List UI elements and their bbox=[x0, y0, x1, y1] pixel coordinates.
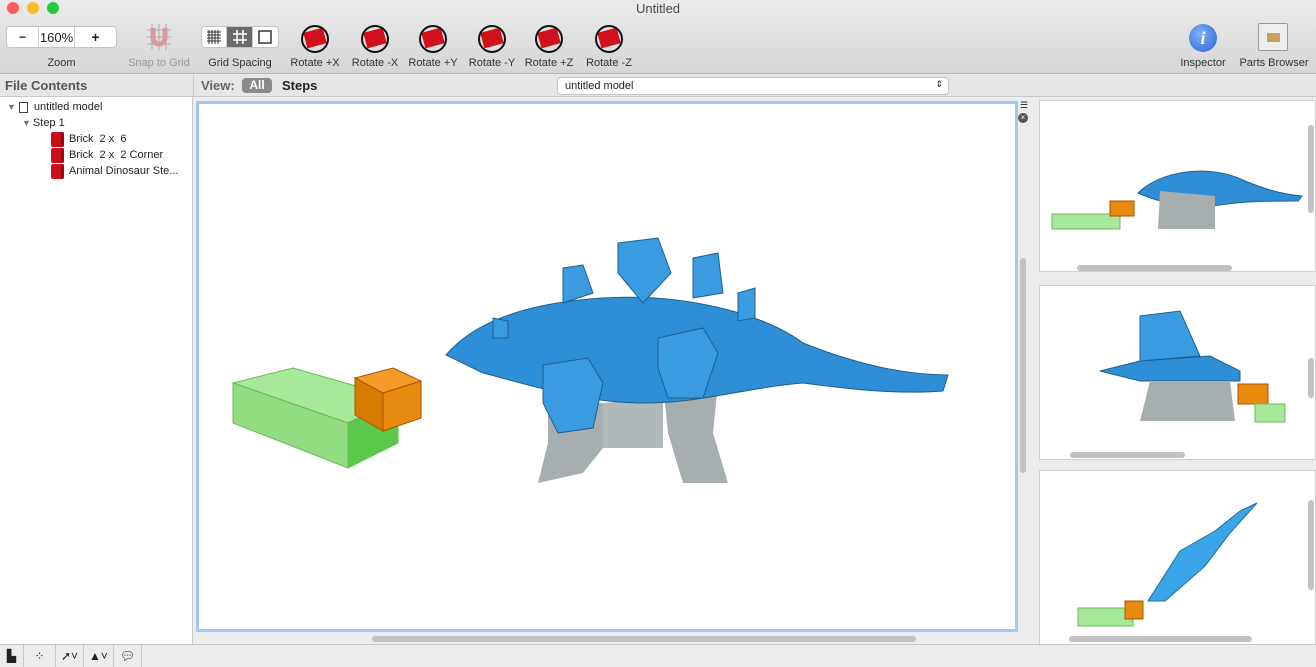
viewport-split-icon[interactable]: ☰ bbox=[1019, 100, 1029, 110]
zoom-control: − 160% + bbox=[6, 26, 117, 48]
zoom-out-button[interactable]: − bbox=[7, 27, 39, 47]
header-row: File Contents View: All Steps untitled m… bbox=[0, 75, 1316, 97]
side-top-h-scrollbar[interactable] bbox=[1077, 265, 1232, 271]
view-steps-button[interactable]: Steps bbox=[282, 78, 317, 93]
tree-item-part[interactable]: Brick 2 x 6 bbox=[51, 131, 126, 147]
toolbar: Untitled − 160% + Zoom Snap to Grid Grid… bbox=[0, 0, 1316, 74]
arrow-menu-icon[interactable]: ➚˅ bbox=[56, 645, 84, 667]
tree-item-part[interactable]: Brick 2 x 2 Corner bbox=[51, 147, 163, 163]
rotate-button[interactable]: Rotate +Z bbox=[522, 57, 576, 69]
close-viewport-icon[interactable]: × bbox=[1018, 113, 1028, 123]
brick-icon bbox=[51, 131, 64, 147]
model-select-value: untitled model bbox=[565, 80, 634, 92]
step-label: Step 1 bbox=[32, 117, 65, 129]
file-contents-header: File Contents bbox=[5, 78, 88, 93]
rotate-button[interactable]: Rotate +X bbox=[288, 57, 342, 69]
side-middle-v-scrollbar[interactable] bbox=[1308, 358, 1314, 398]
tree-item-model[interactable]: ▼ untitled model bbox=[7, 99, 102, 115]
grid-medium-icon[interactable] bbox=[227, 27, 253, 47]
magnet-icon[interactable] bbox=[145, 24, 173, 50]
side-bottom-v-scrollbar[interactable] bbox=[1308, 500, 1314, 590]
brick-icon bbox=[51, 163, 64, 179]
part-label: Brick 2 x 6 bbox=[69, 133, 127, 145]
side-bottom-h-scrollbar[interactable] bbox=[1069, 636, 1252, 642]
model-select[interactable]: untitled model ⇕ bbox=[557, 77, 949, 95]
comment-icon[interactable]: 💬︎ bbox=[114, 645, 142, 667]
inspector-button[interactable]: Inspector bbox=[1173, 57, 1233, 69]
side-middle-h-scrollbar[interactable] bbox=[1070, 452, 1185, 458]
zoom-in-button[interactable]: + bbox=[75, 27, 116, 47]
rotate-button[interactable]: Rotate -X bbox=[348, 57, 402, 69]
view-label: View: bbox=[201, 78, 235, 93]
tree-item-part[interactable]: Animal Dinosaur Ste... bbox=[51, 163, 178, 179]
grid-fine-icon[interactable] bbox=[202, 27, 228, 47]
view-all-button[interactable]: All bbox=[242, 78, 272, 93]
side-viewport-bottom[interactable] bbox=[1039, 470, 1316, 645]
grid-spacing-control bbox=[201, 26, 279, 48]
bottom-action-bar: ▙ ⁘ ➚˅ ▲˅ 💬︎ bbox=[0, 644, 1316, 667]
rotate-button[interactable]: Rotate -Z bbox=[582, 57, 636, 69]
brick-icon bbox=[51, 147, 64, 163]
add-part-menu-icon[interactable]: ▲˅ bbox=[84, 645, 114, 667]
zoom-value[interactable]: 160% bbox=[39, 27, 75, 47]
stegosaurus[interactable] bbox=[445, 237, 949, 483]
model-label: untitled model bbox=[33, 101, 103, 113]
disclosure-triangle-icon[interactable]: ▼ bbox=[7, 102, 16, 112]
side-viewport-top[interactable] bbox=[1039, 100, 1316, 272]
parts-browser-icon[interactable] bbox=[1258, 23, 1288, 51]
side-viewport-middle[interactable] bbox=[1039, 285, 1316, 460]
steps-icon[interactable]: ⁘ bbox=[24, 645, 56, 667]
chevron-updown-icon: ⇕ bbox=[935, 79, 943, 89]
new-document-icon[interactable]: ▙ bbox=[0, 645, 24, 667]
grid-coarse-icon[interactable] bbox=[253, 27, 278, 47]
disclosure-triangle-icon[interactable]: ▼ bbox=[22, 118, 31, 128]
rotate-button[interactable]: Rotate +Y bbox=[406, 57, 460, 69]
rotate-icon[interactable] bbox=[415, 22, 451, 56]
rotate-icon[interactable] bbox=[591, 22, 627, 56]
window-title: Untitled bbox=[635, 1, 681, 16]
info-icon[interactable]: i bbox=[1189, 24, 1217, 52]
main-3d-viewport[interactable] bbox=[196, 101, 1018, 632]
rotate-icon[interactable] bbox=[474, 22, 510, 56]
part-label: Animal Dinosaur Ste... bbox=[69, 165, 179, 177]
snap-to-grid-button[interactable]: Snap to Grid bbox=[124, 57, 194, 69]
rotate-button[interactable]: Rotate -Y bbox=[465, 57, 519, 69]
tree-item-step[interactable]: ▼ Step 1 bbox=[22, 115, 65, 131]
side-top-v-scrollbar[interactable] bbox=[1308, 125, 1314, 213]
file-contents-tree: ▼ untitled model ▼ Step 1 Brick 2 x 6 Bric… bbox=[0, 97, 193, 644]
rotate-icon[interactable] bbox=[531, 22, 567, 56]
viewport-horizontal-scrollbar[interactable] bbox=[372, 636, 916, 642]
viewport-vertical-scrollbar[interactable] bbox=[1020, 258, 1026, 473]
part-label: Brick 2 x 2 Corner bbox=[69, 149, 164, 161]
rotate-icon[interactable] bbox=[357, 22, 393, 56]
rotate-icon[interactable] bbox=[297, 22, 333, 56]
parts-browser-button[interactable]: Parts Browser bbox=[1236, 57, 1312, 69]
document-icon bbox=[18, 101, 28, 113]
zoom-label: Zoom bbox=[47, 57, 76, 69]
grid-spacing-label: Grid Spacing bbox=[208, 57, 272, 69]
